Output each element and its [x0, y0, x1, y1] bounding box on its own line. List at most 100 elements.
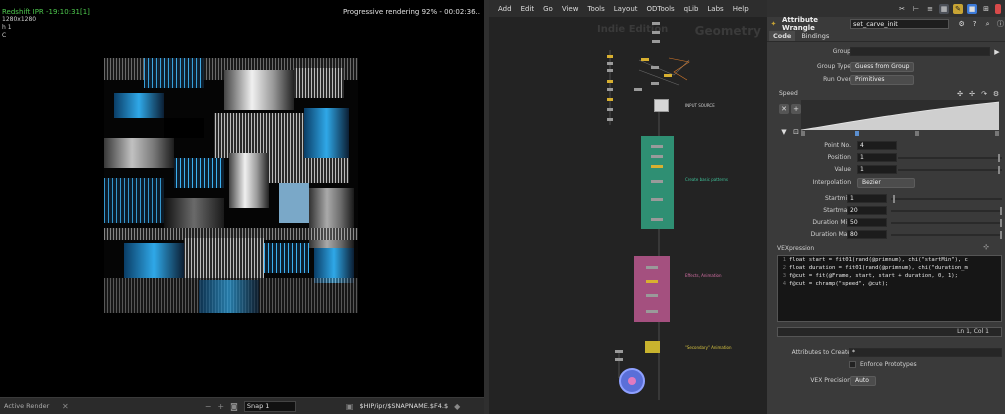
input-source-node[interactable] [654, 99, 669, 112]
vex-add-spare-icon[interactable]: ⊹ [981, 242, 991, 252]
network-node[interactable] [652, 40, 660, 43]
network-node[interactable] [607, 108, 613, 111]
arrow-select-icon[interactable]: ▶ [992, 47, 1002, 57]
node-name-field[interactable]: set_carve_init [850, 19, 950, 29]
camera-icon[interactable]: ◙ [230, 402, 238, 411]
ramp-delete-icon[interactable]: ✕ [779, 104, 789, 114]
network-node[interactable] [607, 98, 613, 101]
help-icon[interactable]: ? [970, 19, 979, 29]
network-node[interactable] [607, 80, 613, 83]
value-slider[interactable] [898, 166, 1002, 174]
network-editor[interactable]: Add Edit Go View Tools Layout ODTools qL… [489, 0, 767, 414]
network-node[interactable] [652, 22, 660, 25]
vex-code-editor[interactable]: 1 float start = fit01(rand(@primnum), chi… [777, 255, 1002, 322]
render-image-art [104, 58, 358, 313]
snapshot-save-icon[interactable]: ▣ [346, 402, 354, 411]
network-node[interactable] [607, 69, 613, 72]
durmin-field[interactable]: 50 [847, 218, 887, 227]
info-icon[interactable]: ⓘ [996, 19, 1005, 29]
group-type-label: Group Type [817, 63, 851, 70]
startmin-slider[interactable] [891, 195, 1002, 203]
network-node[interactable] [651, 145, 663, 148]
slider-knob[interactable] [1000, 231, 1002, 239]
enforce-prototypes-checkbox[interactable] [849, 361, 856, 368]
network-node[interactable] [615, 350, 623, 353]
ramp-curve-icon[interactable]: ↷ [979, 89, 989, 99]
network-node[interactable] [651, 165, 663, 168]
ramp-edit-icon[interactable]: ✢ [967, 89, 977, 99]
snap-name-field[interactable]: Snap 1 [243, 400, 296, 412]
render-image[interactable] [104, 58, 358, 313]
params-icon[interactable]: ✎ [953, 3, 963, 14]
startmax-slider[interactable] [891, 207, 1002, 215]
point-no-row: Point No. 4 [767, 141, 1005, 151]
slider-knob[interactable] [1000, 219, 1002, 227]
network-node[interactable] [641, 58, 649, 61]
spreadsheet-icon[interactable]: ▦ [939, 3, 949, 14]
network-node[interactable] [646, 266, 658, 269]
ramp-collapse-icon[interactable]: ▼ [779, 127, 789, 137]
attr-create-field[interactable]: * [849, 348, 1002, 357]
gear-icon[interactable]: ⚙ [957, 19, 966, 29]
startmin-field[interactable]: 1 [847, 194, 887, 203]
durmin-slider[interactable] [891, 219, 1002, 227]
network-node[interactable] [646, 310, 658, 313]
close-icon[interactable]: ✕ [62, 402, 69, 411]
startmax-field[interactable]: 20 [847, 206, 887, 215]
value-field[interactable]: 1 [857, 165, 897, 174]
network-node[interactable] [646, 280, 658, 283]
interpolation-dropdown[interactable]: Bezier [857, 178, 915, 188]
startmin-row: Startmin 1 [767, 194, 1005, 204]
position-slider[interactable] [898, 154, 1002, 162]
network-node[interactable] [651, 82, 659, 85]
vex-precision-dropdown[interactable]: Auto [850, 376, 876, 386]
network-node[interactable] [651, 218, 663, 221]
durmax-field[interactable]: 80 [847, 230, 887, 239]
zoom-in-icon[interactable]: + [217, 402, 224, 411]
node-type-label: Attribute Wrangle [781, 16, 819, 32]
durmax-slider[interactable] [891, 231, 1002, 239]
network-node[interactable] [651, 180, 663, 183]
network-node[interactable] [615, 358, 623, 361]
slider-knob[interactable] [998, 154, 1000, 162]
network-node[interactable] [651, 155, 663, 158]
slider-knob[interactable] [998, 166, 1000, 174]
slider-knob[interactable] [1000, 207, 1002, 215]
network-node[interactable] [646, 294, 658, 297]
ramp-add-icon[interactable]: + [791, 104, 801, 114]
network-node[interactable] [651, 66, 659, 69]
render-go-icon[interactable]: ◆ [454, 402, 460, 411]
vex-status-bar: Ln 1, Col 1 [777, 327, 1002, 337]
network-node[interactable] [607, 62, 613, 65]
speed-ramp-editor[interactable] [800, 100, 1000, 136]
position-field[interactable]: 1 [857, 153, 897, 162]
tools-icon[interactable]: ✂ [897, 4, 907, 14]
list-icon[interactable]: ≡ [925, 4, 935, 14]
tab-code[interactable]: Code [769, 31, 796, 41]
ramp-flip-icon[interactable]: ✣ [955, 89, 965, 99]
group-type-dropdown[interactable]: Guess from Group [850, 62, 914, 72]
viewport-icon[interactable]: ■ [967, 3, 977, 14]
network-node[interactable] [607, 55, 613, 58]
slider-knob[interactable] [893, 195, 895, 203]
group-field[interactable] [850, 47, 990, 56]
zoom-out-icon[interactable]: − [205, 402, 212, 411]
search-icon[interactable]: ⌕ [983, 19, 992, 29]
network-node[interactable] [634, 88, 642, 91]
run-over-dropdown[interactable]: Primitives [850, 75, 914, 85]
snapshot-path[interactable]: $HIP/ipr/$SNAPNAME.$F4.$ [359, 402, 448, 410]
split-icon[interactable]: ⊞ [981, 4, 991, 14]
secondary-animation-netbox[interactable] [645, 341, 660, 353]
network-node[interactable] [607, 118, 613, 121]
network-node[interactable] [607, 88, 613, 91]
render-icon[interactable] [995, 3, 1001, 14]
tab-bindings[interactable]: Bindings [797, 31, 833, 41]
network-node[interactable] [664, 74, 672, 77]
ramp-frame-icon[interactable]: ⊡ [791, 127, 801, 137]
network-node[interactable] [651, 198, 663, 201]
point-no-field[interactable]: 4 [857, 141, 897, 150]
network-node[interactable] [652, 31, 660, 34]
ramp-gear-icon[interactable]: ⚙ [991, 89, 1001, 99]
active-render-tab[interactable]: Active Render [4, 402, 56, 410]
tree-icon[interactable]: ⊢ [911, 4, 921, 14]
